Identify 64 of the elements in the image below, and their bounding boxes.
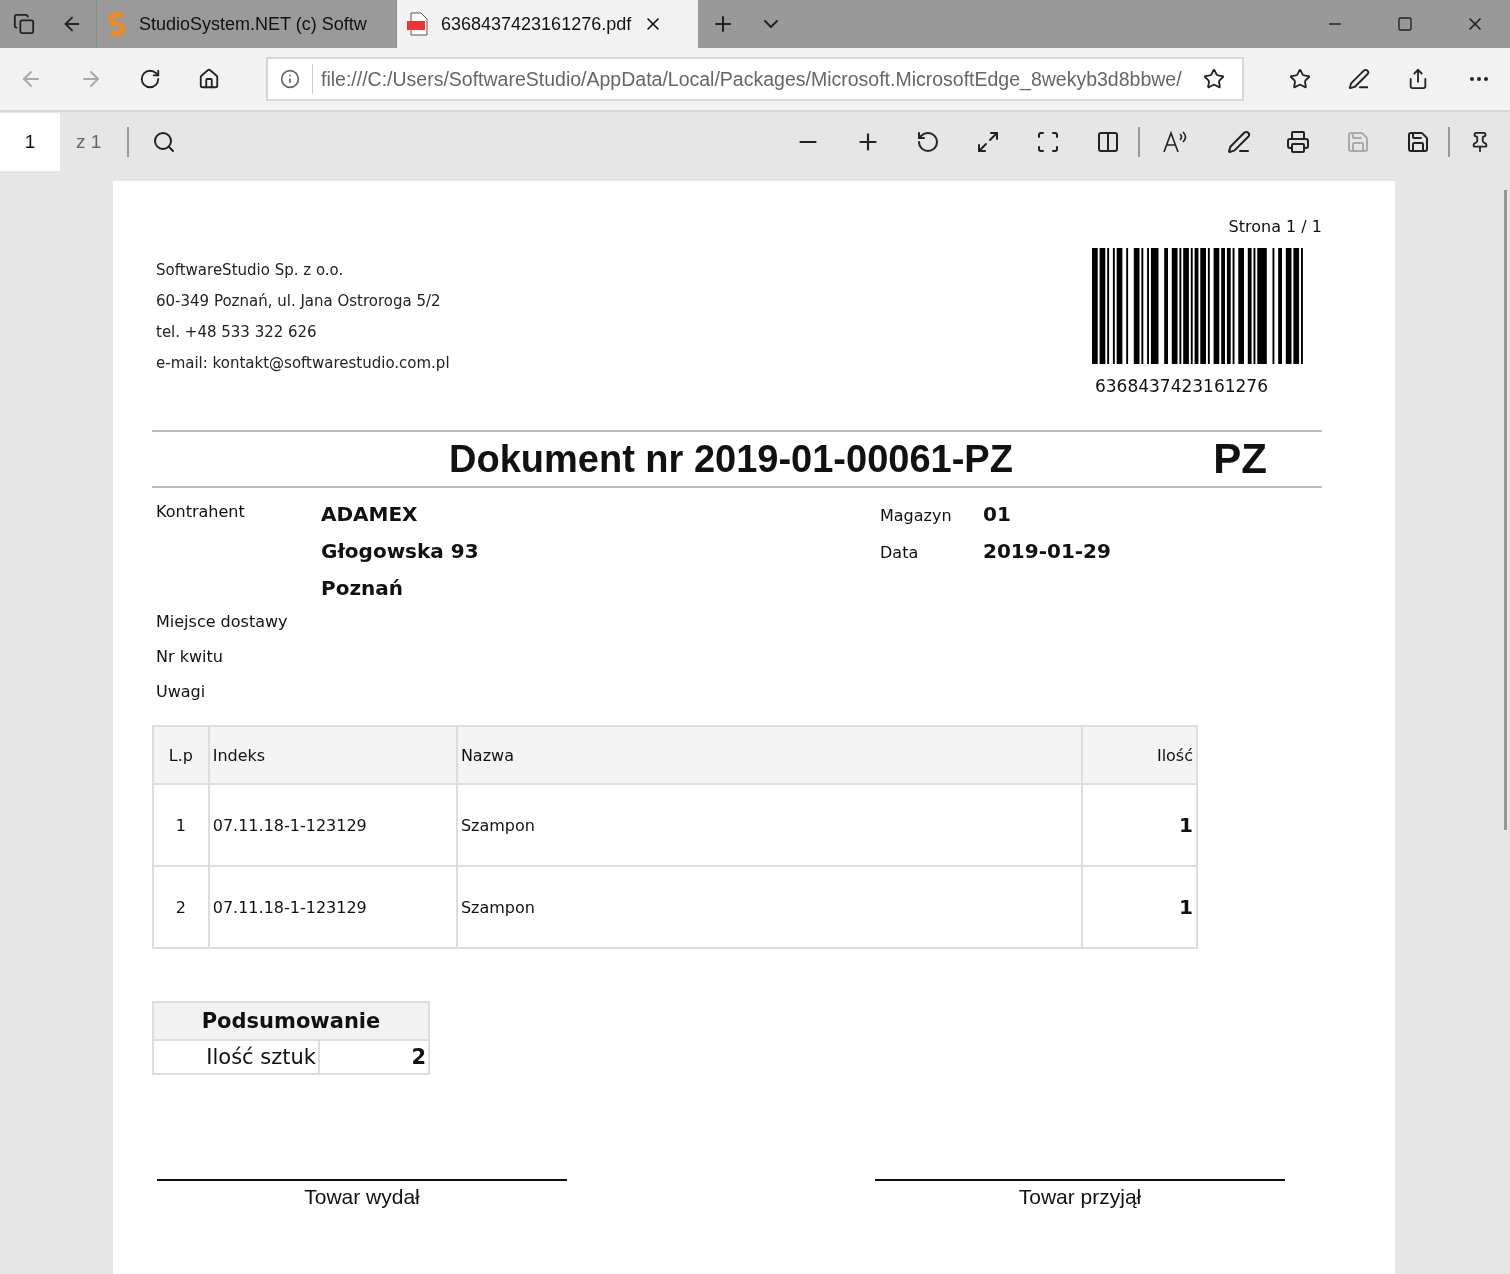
column-header: Nazwa (456, 726, 1082, 784)
field-label: Magazyn (880, 506, 953, 525)
app-logo-icon (107, 11, 127, 37)
tab-title: StudioSystem.NET (c) Softw (139, 13, 367, 35)
url-text: file:///C:/Users/SoftwareStudio/AppData/Local/Packages/Microsoft.MicrosoftEdge_8wekyb3d8bbwe/ (312, 64, 1186, 94)
contractor-info: Głogowska 93 (321, 539, 480, 563)
browser-tab[interactable]: 6368437423161276.pdf (396, 0, 698, 48)
field-label: Miejsce dostawy (156, 612, 289, 631)
maximize-icon[interactable] (1397, 16, 1413, 32)
read-aloud-icon[interactable] (1162, 130, 1188, 154)
summary-label: Ilość sztuk (153, 1040, 319, 1074)
tab-title: 6368437423161276.pdf (441, 13, 632, 35)
search-icon[interactable] (152, 130, 177, 154)
favorites-icon[interactable] (1289, 68, 1311, 90)
document-title: Dokument nr 2019-01-00061-PZ (449, 437, 1013, 481)
barcode-number: 6368437423161276 (1094, 376, 1268, 396)
company-info: SoftwareStudio Sp. z o.o. (156, 261, 345, 279)
company-info: tel. +48 533 322 626 (156, 323, 318, 341)
field-label: Data (880, 543, 920, 562)
field-label: Kontrahent (156, 502, 246, 523)
page-view-icon[interactable] (1096, 130, 1120, 154)
field-value: 01 (983, 502, 1011, 526)
scrollbar[interactable] (1504, 190, 1507, 830)
column-header: Indeks (208, 726, 457, 784)
info-icon (280, 69, 300, 89)
table-cell: 07.11.18-1-123129 (208, 866, 457, 948)
contractor-info: ADAMEX (321, 502, 419, 526)
page-label: Strona 1 / 1 (1228, 217, 1322, 236)
signature-line: Towar przyjął (875, 1179, 1285, 1209)
table-cell: 1 (153, 784, 209, 866)
document-type: PZ (1213, 435, 1267, 483)
home-icon[interactable] (198, 68, 220, 90)
pen-icon[interactable] (1348, 68, 1370, 90)
print-icon[interactable] (1286, 130, 1310, 154)
field-label: Uwagi (156, 682, 207, 701)
table-cell: 2 (153, 866, 209, 948)
signature-line: Towar wydał (157, 1179, 567, 1209)
table-cell: Szampon (456, 784, 1082, 866)
table-cell: 07.11.18-1-123129 (208, 784, 457, 866)
column-header: Ilość (1081, 726, 1197, 784)
table-cell: 1 (1081, 784, 1197, 866)
address-bar[interactable]: file:///C:/Users/SoftwareStudio/AppData/Local/Packages/Microsoft.MicrosoftEdge_8wekyb3d8bbwe/ (266, 57, 1244, 101)
rotate-icon[interactable] (916, 130, 940, 154)
company-info: 60-349 Poznań, ul. Jana Ostroroga 5/2 (156, 292, 442, 310)
refresh-icon[interactable] (139, 68, 161, 90)
summary-value: 2 (319, 1040, 429, 1074)
table-cell: Szampon (456, 866, 1082, 948)
page-count: z 1 (76, 131, 102, 153)
expand-icon[interactable] (976, 130, 1000, 154)
tabs-aside-icon[interactable] (13, 13, 35, 35)
share-icon[interactable] (1407, 68, 1429, 90)
column-header: L.p (153, 726, 209, 784)
pdf-file-icon (407, 12, 429, 36)
save-as-icon[interactable] (1406, 130, 1430, 154)
company-info: e-mail: kontakt@softwarestudio.com.pl (156, 354, 450, 372)
field-label: Nr kwitu (156, 647, 224, 666)
contractor-info: Poznań (321, 576, 404, 600)
fit-page-icon[interactable] (1036, 130, 1060, 154)
star-icon[interactable] (1203, 68, 1225, 90)
draw-icon[interactable] (1227, 130, 1251, 154)
summary-title: Podsumowanie (153, 1002, 429, 1040)
page-number-field[interactable]: 1 (0, 113, 60, 171)
field-value: 2019-01-29 (983, 539, 1111, 563)
table-cell: 1 (1081, 866, 1197, 948)
